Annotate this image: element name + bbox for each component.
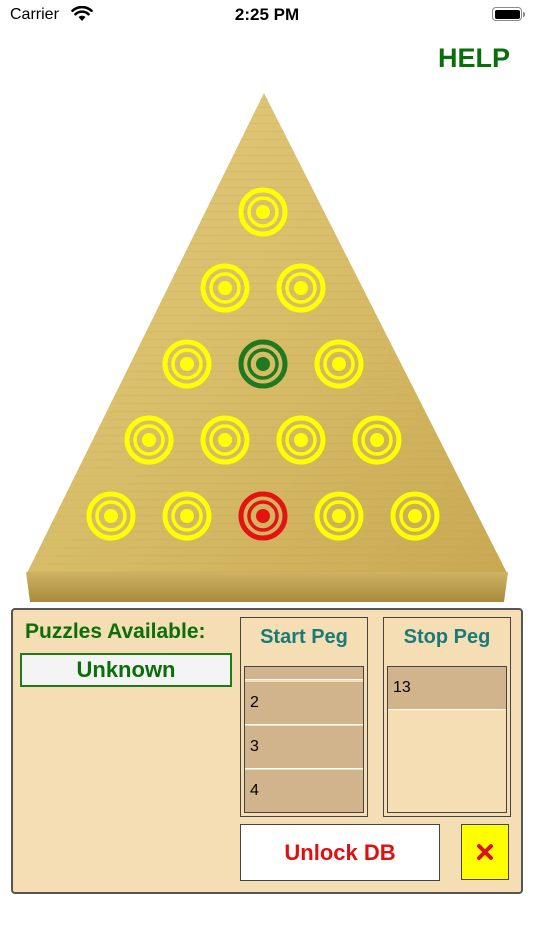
peg-hole-4[interactable]	[162, 339, 212, 389]
peg-hole-2[interactable]	[200, 263, 250, 313]
peg-board	[26, 93, 508, 602]
peg-hole-8[interactable]	[200, 415, 250, 465]
list-item[interactable]	[245, 667, 363, 680]
control-panel: Puzzles Available: Unknown Start Peg 2 3…	[11, 608, 523, 894]
start-peg-picker: Start Peg 2 3 4	[240, 617, 368, 817]
peg-hole-7[interactable]	[124, 415, 174, 465]
list-item[interactable]: 4	[245, 770, 363, 812]
peg-hole-13[interactable]	[238, 491, 288, 541]
peg-hole-11[interactable]	[86, 491, 136, 541]
close-button[interactable]	[461, 824, 509, 880]
start-peg-list[interactable]: 2 3 4	[244, 666, 364, 813]
peg-hole-3[interactable]	[276, 263, 326, 313]
x-icon	[477, 844, 493, 860]
peg-hole-5[interactable]	[238, 339, 288, 389]
stop-peg-list[interactable]: 13	[387, 666, 507, 813]
unlock-db-button[interactable]: Unlock DB	[240, 824, 440, 881]
puzzles-available-value: Unknown	[20, 653, 232, 687]
list-item[interactable]: 3	[245, 726, 363, 769]
peg-hole-6[interactable]	[314, 339, 364, 389]
puzzles-available-label: Puzzles Available:	[25, 620, 206, 643]
peg-hole-14[interactable]	[314, 491, 364, 541]
start-peg-title: Start Peg	[260, 626, 348, 648]
stop-peg-title: Stop Peg	[403, 626, 491, 648]
list-item[interactable]: 2	[245, 682, 363, 725]
peg-hole-12[interactable]	[162, 491, 212, 541]
stop-peg-picker: Stop Peg 13	[383, 617, 511, 817]
peg-hole-9[interactable]	[276, 415, 326, 465]
board-edge	[26, 572, 508, 602]
peg-hole-1[interactable]	[238, 187, 288, 237]
list-item[interactable]: 13	[388, 667, 506, 710]
peg-hole-15[interactable]	[390, 491, 440, 541]
peg-hole-10[interactable]	[352, 415, 402, 465]
